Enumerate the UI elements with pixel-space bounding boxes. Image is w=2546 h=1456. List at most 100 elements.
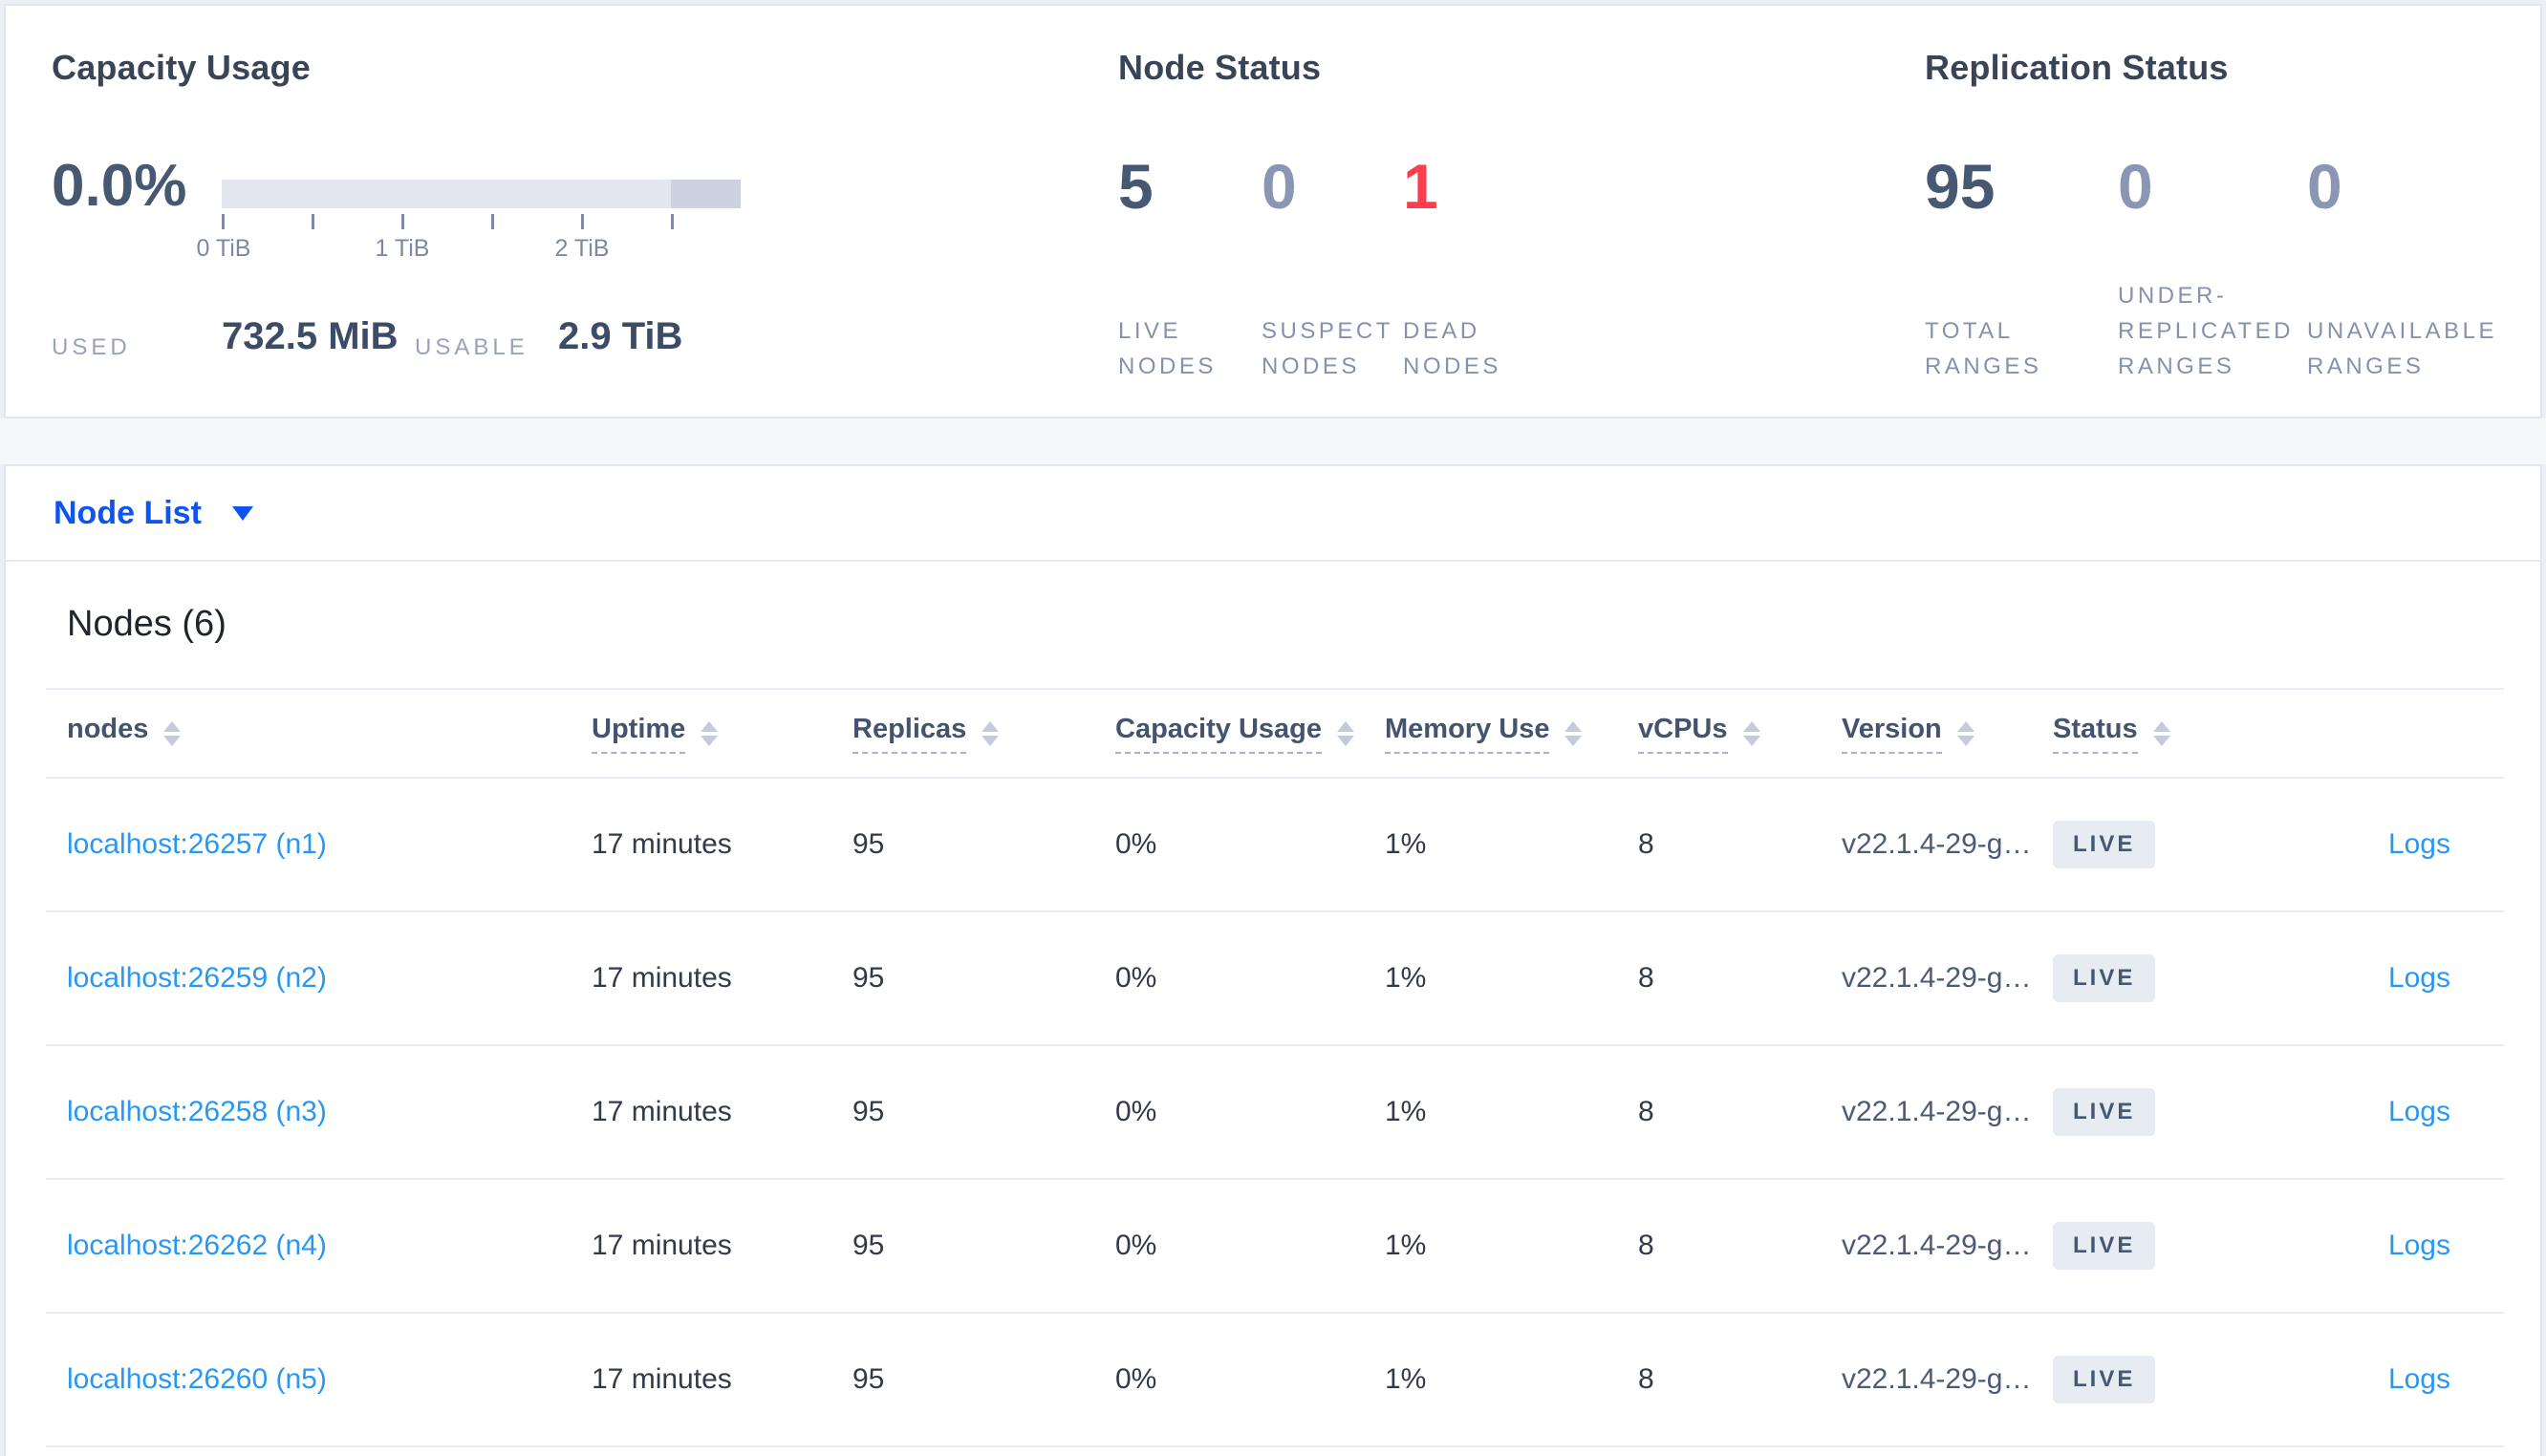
replication-status-stats: 95 TOTAL RANGES 0 UNDER- REPLICATED RANG… [1925, 155, 2546, 384]
capacity-usage-cell: 0% [1115, 962, 1157, 994]
node-status-stats: 5 LIVE NODES 0 SUSPECT NODES 1 DEAD NODE… [1118, 155, 1556, 384]
vcpus-cell: 8 [1638, 962, 1654, 994]
axis-tick [401, 214, 404, 229]
node-link[interactable]: localhost:26262 (n4) [67, 1230, 327, 1261]
uptime-cell: 17 minutes [592, 828, 732, 860]
node-list-card: Node List Nodes (6) nodes Uptime Replica… [4, 464, 2542, 1456]
replicas-cell: 95 [852, 828, 885, 860]
vcpus-cell: 8 [1638, 1096, 1654, 1127]
memory-use-cell: 1% [1385, 828, 1427, 860]
sort-icon[interactable] [982, 720, 1000, 746]
node-link[interactable]: localhost:26260 (n5) [67, 1363, 327, 1395]
node-list-dropdown[interactable]: Node List [54, 495, 253, 532]
axis-tick [222, 214, 225, 229]
sort-icon[interactable] [1564, 720, 1583, 746]
section-gap [0, 418, 2546, 464]
replicas-cell: 95 [852, 1363, 885, 1395]
memory-use-cell: 1% [1385, 1230, 1427, 1261]
caret-down-icon [231, 505, 253, 521]
node-link[interactable]: localhost:26259 (n2) [67, 962, 327, 994]
unavailable-ranges-stat: 0 UNAVAILABLE RANGES [2307, 155, 2546, 384]
under-replicated-ranges-stat: 0 UNDER- REPLICATED RANGES [2118, 155, 2307, 384]
status-badge: LIVE [2053, 1088, 2156, 1136]
sort-icon[interactable] [701, 720, 719, 746]
column-header-version[interactable]: Version [1821, 714, 2032, 754]
logs-cell: Logs [2319, 1363, 2504, 1396]
usable-value: 2.9 TiB [558, 315, 683, 357]
version-cell: v22.1.4-29-g… [1842, 828, 2032, 860]
node-status-title: Node Status [1118, 48, 1322, 87]
under-replicated-ranges-value: 0 [2118, 151, 2153, 222]
capacity-bar-reserved-segment [671, 180, 741, 208]
column-header-nodes[interactable]: nodes [46, 714, 571, 754]
table-header-row: nodes Uptime Replicas Capacity Usage Mem… [46, 688, 2504, 779]
vcpus-cell: 8 [1638, 1230, 1654, 1261]
column-header-label: Version [1842, 714, 1942, 754]
column-header-replicas[interactable]: Replicas [831, 714, 1094, 754]
replicas-cell: 95 [852, 1230, 885, 1261]
live-nodes-value: 5 [1118, 151, 1154, 222]
capacity-usage-bar [222, 180, 741, 208]
status-cell: LIVE [2032, 954, 2319, 1002]
sort-icon[interactable] [1742, 720, 1760, 746]
dead-nodes-value: 1 [1403, 151, 1438, 222]
table-row-n5: localhost:26260 (n5) 17 minutes 95 0% 1%… [46, 1314, 2504, 1447]
node-link[interactable]: localhost:26257 (n1) [67, 828, 327, 860]
replicas-cell: 95 [852, 962, 885, 994]
node-link-cell: localhost:26262 (n4) [46, 1230, 571, 1262]
logs-cell: Logs [2319, 1096, 2504, 1128]
logs-link[interactable]: Logs [2388, 1230, 2450, 1261]
logs-link[interactable]: Logs [2388, 828, 2450, 860]
uptime-cell: 17 minutes [592, 962, 732, 994]
sort-icon[interactable] [1956, 720, 1974, 746]
capacity-usage-cell: 0% [1115, 1096, 1157, 1127]
memory-use-cell: 1% [1385, 1363, 1427, 1395]
logs-link[interactable]: Logs [2388, 962, 2450, 994]
logs-link[interactable]: Logs [2388, 1096, 2450, 1127]
uptime-cell: 17 minutes [592, 1230, 732, 1261]
nodes-table: nodes Uptime Replicas Capacity Usage Mem… [46, 688, 2504, 1447]
capacity-usage-title: Capacity Usage [52, 48, 311, 87]
node-link[interactable]: localhost:26258 (n3) [67, 1096, 327, 1127]
replicas-cell: 95 [852, 1096, 885, 1127]
sort-icon[interactable] [2152, 720, 2170, 746]
suspect-nodes-value: 0 [1262, 151, 1297, 222]
uptime-cell: 17 minutes [592, 1096, 732, 1127]
table-row-n2: localhost:26259 (n2) 17 minutes 95 0% 1%… [46, 912, 2504, 1046]
status-cell: LIVE [2032, 1356, 2319, 1403]
unavailable-ranges-value: 0 [2307, 151, 2342, 222]
dead-nodes-label: DEAD NODES [1403, 318, 1501, 379]
cluster-summary-card: Capacity Usage 0.0% 0 TiB 1 TiB 2 TiB US… [4, 4, 2542, 418]
column-header-label: vCPUs [1638, 714, 1728, 754]
used-value: 732.5 MiB [222, 315, 399, 357]
under-replicated-ranges-label: UNDER- REPLICATED RANGES [2118, 283, 2294, 379]
status-badge: LIVE [2053, 1222, 2156, 1270]
column-header-capacity-usage[interactable]: Capacity Usage [1094, 714, 1364, 754]
sort-icon[interactable] [1337, 720, 1354, 746]
usable-label: USABLE [415, 334, 529, 360]
logs-cell: Logs [2319, 828, 2504, 861]
column-header-status[interactable]: Status [2032, 714, 2319, 754]
logs-cell: Logs [2319, 1230, 2504, 1262]
column-header-label: Capacity Usage [1115, 714, 1322, 754]
uptime-cell: 17 minutes [592, 1363, 732, 1395]
version-cell: v22.1.4-29-g… [1842, 1363, 2032, 1395]
unavailable-ranges-label: UNAVAILABLE RANGES [2307, 318, 2498, 379]
column-header-uptime[interactable]: Uptime [571, 714, 831, 754]
column-header-label: Memory Use [1385, 714, 1550, 754]
status-badge: LIVE [2053, 954, 2156, 1002]
dead-nodes-stat: 1 DEAD NODES [1403, 155, 1556, 384]
capacity-usage-cell: 0% [1115, 828, 1157, 860]
version-cell: v22.1.4-29-g… [1842, 1096, 2032, 1127]
capacity-used-percent: 0.0% [52, 153, 187, 219]
column-header-memory-use[interactable]: Memory Use [1364, 714, 1617, 754]
column-header-vcpus[interactable]: vCPUs [1617, 714, 1821, 754]
logs-link[interactable]: Logs [2388, 1363, 2450, 1395]
axis-tick [312, 214, 314, 229]
sort-icon[interactable] [163, 720, 182, 746]
node-link-cell: localhost:26260 (n5) [46, 1363, 571, 1396]
axis-tick [671, 214, 674, 229]
suspect-nodes-stat: 0 SUSPECT NODES [1262, 155, 1403, 384]
version-cell: v22.1.4-29-g… [1842, 962, 2032, 994]
live-nodes-stat: 5 LIVE NODES [1118, 155, 1262, 384]
